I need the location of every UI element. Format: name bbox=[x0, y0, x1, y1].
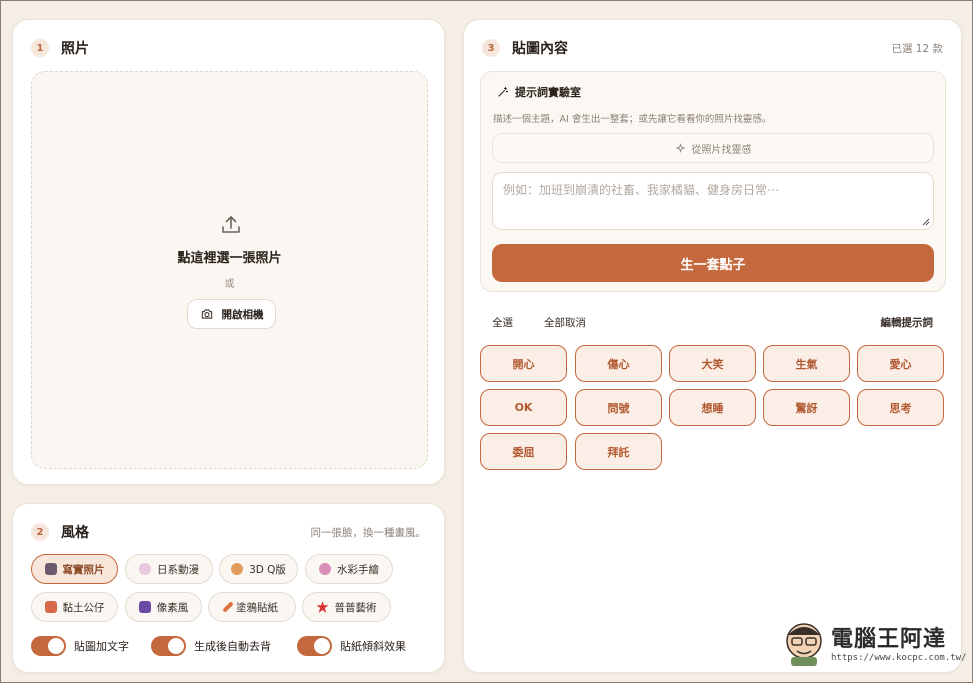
select-all-link[interactable]: 全選 bbox=[492, 315, 513, 330]
watermark: 電腦王阿達 https://www.kocpc.com.tw/ bbox=[781, 619, 966, 671]
prompt-lab-header: 提示詞實驗室 bbox=[497, 84, 581, 100]
chip-label: 塗鴉貼紙 bbox=[236, 601, 278, 614]
photo-title: 照片 bbox=[61, 41, 89, 57]
prompt-lab-description: 描述一個主題，AI 會生出一整套；或先讓它看看你的照片找靈感。 bbox=[493, 114, 772, 125]
photo-dropzone[interactable]: 點這裡選一張照片 或 開啟相機 bbox=[31, 71, 428, 469]
content-header: 3 貼圖內容 bbox=[482, 38, 568, 58]
toggle-auto-remove-bg[interactable]: 生成後自動去背 bbox=[151, 636, 271, 656]
chip-label: 寫實照片 bbox=[62, 563, 105, 576]
style-header: 2 風格 bbox=[31, 522, 89, 542]
upload-icon bbox=[222, 216, 240, 233]
style-chip-pop-art[interactable]: 普普藝術 bbox=[302, 592, 391, 622]
toggle-switch[interactable] bbox=[151, 636, 186, 656]
sticker-option[interactable]: OK bbox=[480, 389, 567, 426]
sticker-option[interactable]: 傷心 bbox=[575, 345, 662, 382]
palette-icon bbox=[319, 563, 331, 575]
dropzone-or: 或 bbox=[224, 279, 235, 290]
open-camera-label: 開啟相機 bbox=[221, 308, 264, 321]
style-chip-watercolor[interactable]: 水彩手繪 bbox=[305, 554, 393, 584]
idea-textarea[interactable]: 例如：加班到崩潰的社畜、我家橘貓、健身房日常⋯ bbox=[492, 172, 934, 230]
camera-photo-icon bbox=[44, 563, 57, 575]
sticker-option[interactable]: 委屈 bbox=[480, 433, 567, 470]
chip-label: 日系動漫 bbox=[157, 563, 199, 576]
style-chip-anime[interactable]: 日系動漫 bbox=[125, 554, 213, 584]
dropzone-title: 點這裡選一張照片 bbox=[177, 251, 282, 266]
chip-label: 3D Q版 bbox=[249, 563, 286, 576]
style-chip-realistic[interactable]: 寫實照片 bbox=[31, 554, 118, 584]
style-hint: 同一張臉，換一種畫風。 bbox=[310, 527, 427, 539]
step-badge: 1 bbox=[31, 39, 49, 57]
sticker-option[interactable]: 想睡 bbox=[669, 389, 756, 426]
step-badge: 2 bbox=[31, 523, 49, 541]
style-chip-3d[interactable]: 3D Q版 bbox=[219, 554, 298, 584]
chip-label: 像素風 bbox=[156, 601, 189, 614]
style-chip-doodle[interactable]: 塗鴉貼紙 bbox=[208, 592, 296, 622]
sticker-option[interactable]: 開心 bbox=[480, 345, 567, 382]
toggle-tilt-effect[interactable]: 貼紙傾斜效果 bbox=[297, 636, 406, 656]
style-chip-clay[interactable]: 黏土公仔 bbox=[31, 592, 118, 622]
open-camera-button[interactable]: 開啟相機 bbox=[187, 299, 276, 329]
sticker-option[interactable]: 大笑 bbox=[669, 345, 756, 382]
edit-prompts-link[interactable]: 編輯提示詞 bbox=[881, 315, 934, 330]
chip-label: 水彩手繪 bbox=[337, 563, 379, 576]
toggle-switch[interactable] bbox=[297, 636, 332, 656]
chip-label: 黏土公仔 bbox=[62, 601, 105, 614]
watermark-brand: 電腦王阿達 bbox=[831, 627, 947, 652]
magic-wand-icon bbox=[498, 87, 508, 97]
toggle-label: 貼圖加文字 bbox=[74, 640, 129, 653]
style-title: 風格 bbox=[61, 525, 89, 541]
idea-placeholder: 例如：加班到崩潰的社畜、我家橘貓、健身房日常⋯ bbox=[503, 183, 780, 197]
prompt-lab-title: 提示詞實驗室 bbox=[515, 86, 581, 99]
style-card: 2 風格 同一張臉，換一種畫風。 寫實照片 日系動漫 3D Q版 水彩手繪 黏土… bbox=[12, 503, 445, 673]
photo-header: 1 照片 bbox=[31, 38, 89, 58]
inspire-from-photo-button[interactable]: 從照片找靈感 bbox=[492, 133, 934, 163]
toggle-add-text[interactable]: 貼圖加文字 bbox=[31, 636, 129, 656]
watermark-url: https://www.kocpc.com.tw/ bbox=[831, 653, 967, 663]
clay-block-icon bbox=[44, 601, 57, 613]
pixel-invader-icon bbox=[138, 601, 151, 613]
selected-count: 已選 12 款 bbox=[891, 43, 943, 55]
style-chip-pixel[interactable]: 像素風 bbox=[125, 592, 202, 622]
pencil-icon bbox=[222, 601, 234, 613]
content-title: 貼圖內容 bbox=[512, 41, 568, 57]
photo-card: 1 照片 點這裡選一張照片 或 開啟相機 bbox=[12, 19, 445, 485]
toggle-switch[interactable] bbox=[31, 636, 66, 656]
sparkle-anime-icon bbox=[139, 563, 151, 575]
deselect-all-link[interactable]: 全部取消 bbox=[544, 315, 586, 330]
content-card: 3 貼圖內容 已選 12 款 提示詞實驗室 描述一個主題，AI 會生出一整套；或… bbox=[463, 19, 962, 673]
camera-icon bbox=[201, 309, 212, 319]
sticker-option[interactable]: 拜託 bbox=[575, 433, 662, 470]
sticker-option[interactable]: 生氣 bbox=[763, 345, 850, 382]
resize-handle-icon[interactable] bbox=[922, 218, 930, 226]
toggle-label: 貼紙傾斜效果 bbox=[340, 640, 406, 653]
figure-3d-icon bbox=[231, 563, 244, 575]
toggle-label: 生成後自動去背 bbox=[194, 640, 271, 653]
inspire-label: 從照片找靈感 bbox=[691, 144, 752, 156]
sticker-option[interactable]: 問號 bbox=[575, 389, 662, 426]
sparkle-icon bbox=[675, 142, 685, 153]
sticker-option[interactable]: 驚訝 bbox=[763, 389, 850, 426]
prompt-lab-panel: 提示詞實驗室 描述一個主題，AI 會生出一整套；或先讓它看看你的照片找靈感。 從… bbox=[480, 71, 946, 292]
generate-ideas-button[interactable]: 生一套點子 bbox=[492, 244, 934, 282]
chip-label: 普普藝術 bbox=[334, 601, 377, 614]
mascot-logo bbox=[786, 623, 822, 666]
sticker-option[interactable]: 思考 bbox=[857, 389, 944, 426]
sticker-option[interactable]: 愛心 bbox=[857, 345, 944, 382]
pop-burst-icon bbox=[316, 601, 329, 613]
step-badge: 3 bbox=[482, 39, 500, 57]
